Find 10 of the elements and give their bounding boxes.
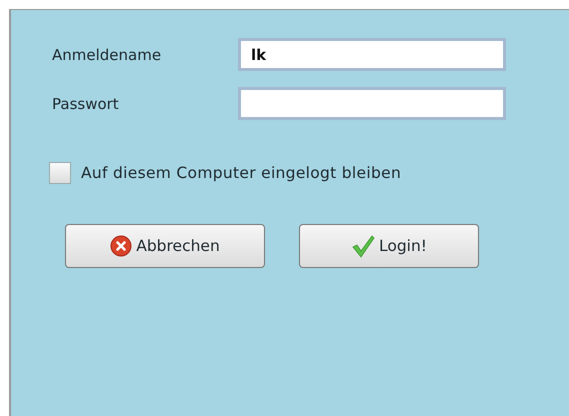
checkmark-icon	[350, 234, 375, 258]
x-icon	[110, 235, 132, 257]
checkbox-label: Auf diesem Computer eingelogt bleiben	[81, 164, 402, 182]
username-field[interactable]: lk	[238, 38, 506, 71]
cancel-button[interactable]: Abbrechen	[65, 224, 265, 268]
field-label: Passwort	[52, 94, 120, 112]
login-button[interactable]: Login!	[299, 224, 479, 268]
field-label: Anmeldename	[52, 46, 162, 64]
password-field[interactable]	[238, 87, 506, 120]
checkbox[interactable]	[49, 162, 71, 184]
